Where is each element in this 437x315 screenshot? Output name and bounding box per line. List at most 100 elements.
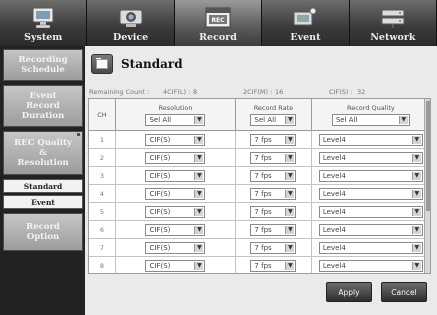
row-rate-cell: 7 fps ▼ bbox=[236, 203, 312, 220]
table-row: 8 CIF(S) ▼ 7 fps ▼ Level4 ▼ bbox=[89, 257, 430, 273]
sidebar-sub-standard[interactable]: Standard bbox=[3, 179, 83, 193]
row-channel: 4 bbox=[89, 185, 116, 202]
quality-select[interactable]: Level4 ▼ bbox=[318, 187, 423, 200]
row-quality-cell: Level4 ▼ bbox=[312, 257, 430, 273]
chevron-down-icon: ▼ bbox=[194, 171, 204, 180]
row-quality-cell: Level4 ▼ bbox=[312, 239, 430, 256]
table-scrollbar[interactable] bbox=[424, 99, 430, 273]
chevron-down-icon: ▼ bbox=[194, 225, 204, 234]
resolution-select[interactable]: CIF(S) ▼ bbox=[145, 241, 206, 254]
rate-select[interactable]: 7 fps ▼ bbox=[250, 205, 297, 218]
resolution-select[interactable]: CIF(S) ▼ bbox=[145, 151, 206, 164]
row-resolution-cell: CIF(S) ▼ bbox=[116, 149, 237, 166]
row-resolution-cell: CIF(S) ▼ bbox=[116, 239, 237, 256]
header-resolution: Resolution Sel All ▼ bbox=[116, 99, 237, 130]
select-value: Level4 bbox=[322, 207, 346, 216]
network-icon bbox=[378, 6, 408, 30]
rate-select[interactable]: 7 fps ▼ bbox=[250, 223, 297, 236]
row-rate-cell: 7 fps ▼ bbox=[236, 149, 312, 166]
chevron-down-icon: ▼ bbox=[411, 243, 421, 252]
select-value: CIF(S) bbox=[149, 153, 171, 162]
sidebar-item-recording-schedule[interactable]: Recording Schedule bbox=[3, 49, 83, 81]
row-rate-cell: 7 fps ▼ bbox=[236, 239, 312, 256]
main-panel: Standard Remaining Count : 4CIF(L) : 8 2… bbox=[85, 46, 437, 315]
sidebar-item-rec-quality[interactable]: REC Quality & Resolution bbox=[3, 131, 83, 175]
resolution-select[interactable]: CIF(S) ▼ bbox=[145, 223, 206, 236]
event-icon bbox=[290, 6, 320, 30]
tab-record[interactable]: REC Record bbox=[174, 0, 263, 46]
tab-event-label: Event bbox=[290, 32, 321, 43]
remaining-2cif-value: 16 bbox=[275, 88, 284, 96]
table-row: 4 CIF(S) ▼ 7 fps ▼ Level4 ▼ bbox=[89, 185, 430, 203]
rate-select[interactable]: 7 fps ▼ bbox=[250, 151, 297, 164]
rate-select[interactable]: 7 fps ▼ bbox=[250, 241, 297, 254]
tab-system[interactable]: System bbox=[0, 0, 88, 46]
select-value: CIF(S) bbox=[149, 261, 171, 270]
rate-select-all[interactable]: Sel All ▼ bbox=[250, 113, 297, 126]
select-value: Sel All bbox=[335, 115, 358, 124]
row-channel: 6 bbox=[89, 221, 116, 238]
select-value: Level4 bbox=[322, 243, 346, 252]
row-quality-cell: Level4 ▼ bbox=[312, 221, 430, 238]
scrollbar-thumb[interactable] bbox=[426, 101, 430, 211]
sidebar-item-record-option[interactable]: Record Option bbox=[3, 213, 83, 251]
select-value: 7 fps bbox=[254, 261, 272, 270]
quality-select-all[interactable]: Sel All ▼ bbox=[331, 113, 410, 126]
rate-select[interactable]: 7 fps ▼ bbox=[250, 169, 297, 182]
tab-record-label: Record bbox=[199, 32, 237, 43]
resolution-select[interactable]: CIF(S) ▼ bbox=[145, 187, 206, 200]
resolution-select[interactable]: CIF(S) ▼ bbox=[145, 133, 206, 146]
sidebar-sub-event[interactable]: Event bbox=[3, 195, 83, 209]
select-value: CIF(S) bbox=[149, 225, 171, 234]
chevron-down-icon: ▼ bbox=[411, 153, 421, 162]
tab-network[interactable]: Network bbox=[349, 0, 437, 46]
sidebar-item-event-record-duration[interactable]: Event Record Duration bbox=[3, 85, 83, 127]
header-quality-label: Record Quality bbox=[346, 103, 395, 112]
row-resolution-cell: CIF(S) ▼ bbox=[116, 257, 237, 273]
chevron-down-icon: ▼ bbox=[285, 189, 295, 198]
tab-system-label: System bbox=[24, 32, 63, 43]
select-value: Level4 bbox=[322, 135, 346, 144]
resolution-select[interactable]: CIF(S) ▼ bbox=[145, 259, 206, 272]
sidebar-item-label: Recording Schedule bbox=[18, 55, 68, 75]
row-rate-cell: 7 fps ▼ bbox=[236, 167, 312, 184]
quality-select[interactable]: Level4 ▼ bbox=[318, 205, 423, 218]
remaining-2cif-label: 2CIF(M) : bbox=[243, 88, 273, 96]
quality-select[interactable]: Level4 ▼ bbox=[318, 169, 423, 182]
chevron-down-icon: ▼ bbox=[285, 225, 295, 234]
top-navigation: System Device REC Record Event Network bbox=[0, 0, 437, 46]
resolution-select[interactable]: CIF(S) ▼ bbox=[145, 205, 206, 218]
resolution-select[interactable]: CIF(S) ▼ bbox=[145, 169, 206, 182]
quality-select[interactable]: Level4 ▼ bbox=[318, 133, 423, 146]
row-channel: 8 bbox=[89, 257, 116, 273]
select-value: Sel All bbox=[149, 115, 172, 124]
cancel-button[interactable]: Cancel bbox=[381, 282, 427, 302]
table-row: 2 CIF(S) ▼ 7 fps ▼ Level4 ▼ bbox=[89, 149, 430, 167]
row-channel: 1 bbox=[89, 131, 116, 148]
sidebar-sub-label: Event bbox=[31, 197, 55, 207]
rate-select[interactable]: 7 fps ▼ bbox=[250, 133, 297, 146]
select-value: 7 fps bbox=[254, 189, 272, 198]
table-header: CH Resolution Sel All ▼ Record Rate Sel … bbox=[89, 99, 430, 131]
row-resolution-cell: CIF(S) ▼ bbox=[116, 203, 237, 220]
quality-select[interactable]: Level4 ▼ bbox=[318, 151, 423, 164]
apply-button[interactable]: Apply bbox=[326, 282, 372, 302]
quality-select[interactable]: Level4 ▼ bbox=[318, 259, 423, 272]
tab-event[interactable]: Event bbox=[262, 0, 350, 46]
quality-select[interactable]: Level4 ▼ bbox=[318, 241, 423, 254]
chevron-down-icon: ▼ bbox=[285, 115, 295, 124]
resolution-select-all[interactable]: Sel All ▼ bbox=[145, 113, 206, 126]
chevron-down-icon: ▼ bbox=[285, 135, 295, 144]
table-row: 7 CIF(S) ▼ 7 fps ▼ Level4 ▼ bbox=[89, 239, 430, 257]
quality-select[interactable]: Level4 ▼ bbox=[318, 223, 423, 236]
tab-device[interactable]: Device bbox=[87, 0, 175, 46]
rate-select[interactable]: 7 fps ▼ bbox=[250, 259, 297, 272]
chevron-down-icon: ▼ bbox=[411, 261, 421, 270]
sidebar-item-label: Record Option bbox=[26, 222, 60, 242]
row-rate-cell: 7 fps ▼ bbox=[236, 221, 312, 238]
select-value: 7 fps bbox=[254, 225, 272, 234]
select-value: 7 fps bbox=[254, 243, 272, 252]
rate-select[interactable]: 7 fps ▼ bbox=[250, 187, 297, 200]
tab-network-label: Network bbox=[370, 32, 416, 43]
row-resolution-cell: CIF(S) ▼ bbox=[116, 221, 237, 238]
